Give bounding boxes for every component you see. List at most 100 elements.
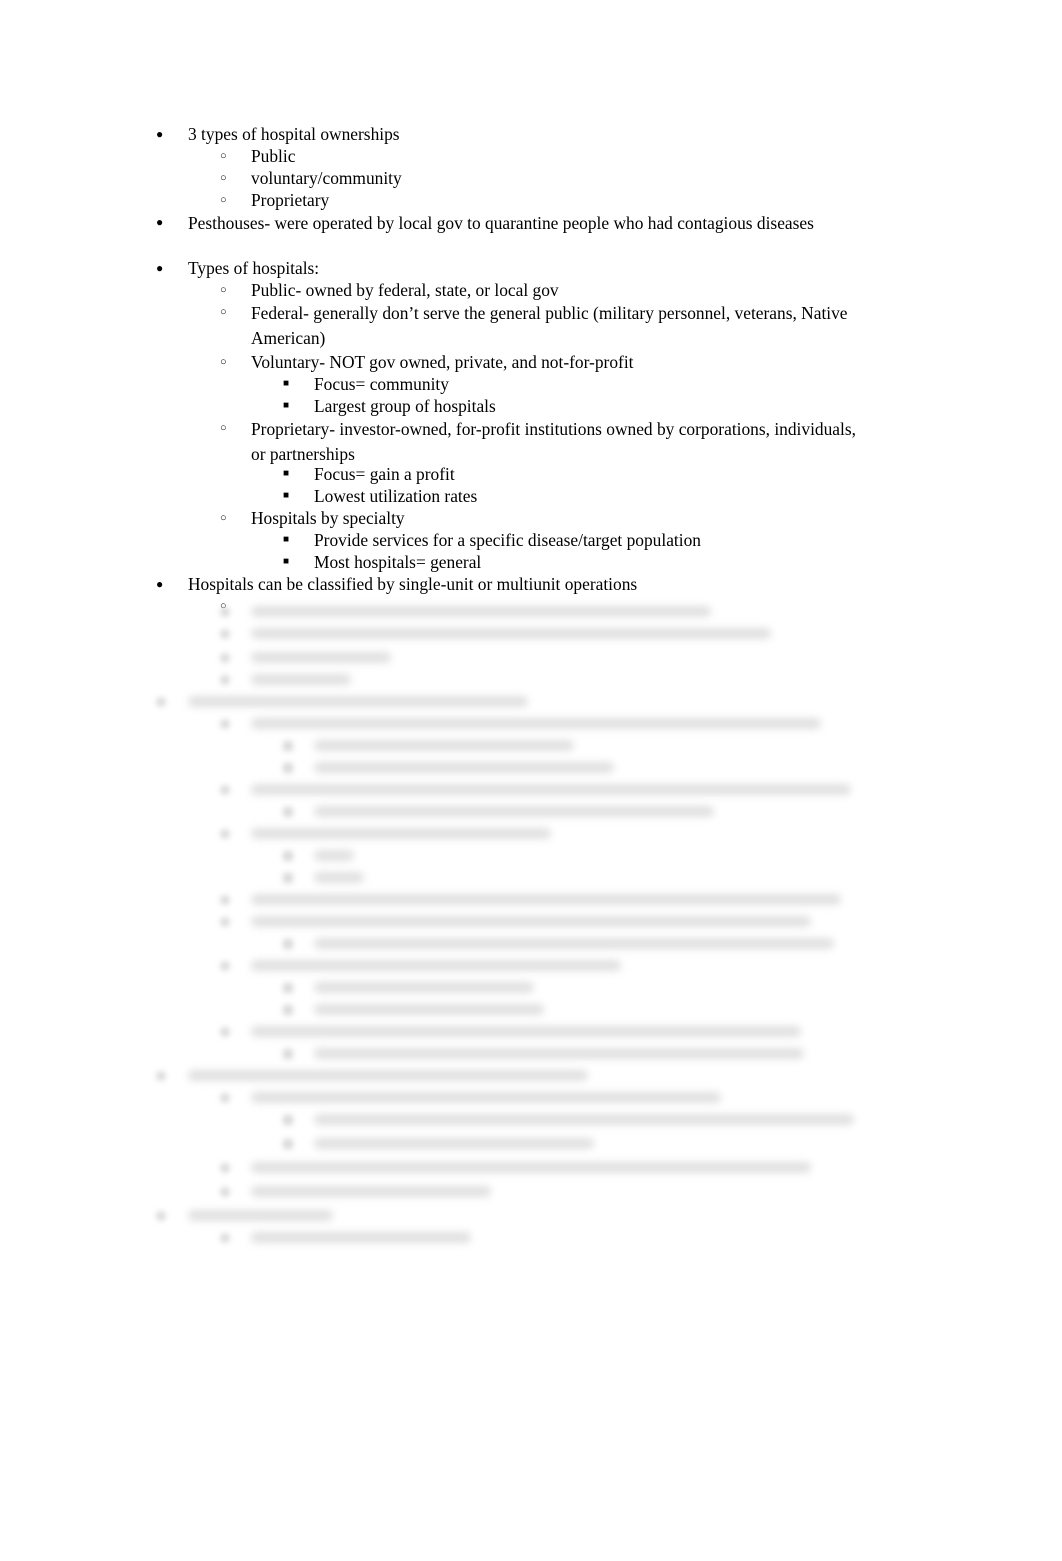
blurred-text-line xyxy=(251,828,551,839)
blurred-text-line xyxy=(251,606,711,617)
hollow-circle-bullet-icon: ○ xyxy=(220,150,227,162)
outline-item-level-2: ○ Proprietary xyxy=(152,189,872,211)
blurred-bullet-icon xyxy=(220,629,230,639)
blurred-text-line xyxy=(188,1210,333,1221)
hollow-circle-bullet-icon: ○ xyxy=(220,194,227,206)
square-bullet-icon: ■ xyxy=(283,400,290,411)
outline-item-text: Provide services for a specific disease/… xyxy=(314,530,701,550)
outline-item-text: Largest group of hospitals xyxy=(314,396,496,416)
outline-item-text: Proprietary- investor-owned, for-profit … xyxy=(251,419,856,464)
blurred-bullet-icon xyxy=(220,719,230,729)
filled-circle-bullet-icon: ● xyxy=(156,127,164,141)
filled-circle-bullet-icon: ● xyxy=(156,215,164,229)
outline-item-text: Public xyxy=(251,146,296,166)
outline-item-text: Hospitals can be classified by single-un… xyxy=(188,574,638,594)
square-bullet-icon: ■ xyxy=(283,468,290,479)
blurred-bullet-icon xyxy=(220,607,230,617)
blurred-text-line xyxy=(251,652,391,663)
blurred-text-line xyxy=(314,1114,854,1125)
outline-item-text: Focus= gain a profit xyxy=(314,464,455,484)
blurred-preview-region xyxy=(152,600,872,1260)
blurred-text-line xyxy=(251,960,621,971)
blurred-bullet-icon xyxy=(283,741,293,751)
blurred-bullet-icon xyxy=(220,785,230,795)
document-page: ● 3 types of hospital ownerships ○ Public ○ v… xyxy=(0,0,1062,1561)
blurred-text-line xyxy=(251,916,811,927)
blurred-bullet-icon xyxy=(283,1115,293,1125)
outline-item-level-3: ■ Largest group of hospitals xyxy=(152,395,872,417)
blurred-bullet-icon xyxy=(220,895,230,905)
outline-item-level-2: ○ Federal- generally don’t serve the gene… xyxy=(152,301,872,348)
outline-item-text: Focus= community xyxy=(314,374,449,394)
outline-item-level-2: ○ voluntary/community xyxy=(152,167,872,189)
blurred-bullet-icon xyxy=(156,1071,166,1081)
blurred-bullet-icon xyxy=(283,763,293,773)
blurred-bullet-icon xyxy=(220,1027,230,1037)
blurred-bullet-icon xyxy=(283,851,293,861)
hollow-circle-bullet-icon: ○ xyxy=(220,306,227,318)
blurred-text-line xyxy=(188,1070,588,1081)
outline-item-level-3: ■ Most hospitals= general xyxy=(152,551,872,573)
outline-item-level-2: ○ Proprietary- investor-owned, for-profit… xyxy=(152,417,872,464)
blurred-bullet-icon xyxy=(283,807,293,817)
blurred-text-line xyxy=(251,1186,491,1197)
blurred-bullet-icon xyxy=(220,675,230,685)
outline-item-text: Most hospitals= general xyxy=(314,552,482,572)
outline-item-level-1: ● Pesthouses- were operated by local gov … xyxy=(152,211,872,233)
outline-item-text: Voluntary- NOT gov owned, private, and n… xyxy=(251,352,634,372)
outline-item-text: Public- owned by federal, state, or loca… xyxy=(251,280,559,300)
outline-item-level-1: ● Types of hospitals: xyxy=(152,257,872,279)
blurred-bullet-icon xyxy=(283,1005,293,1015)
filled-circle-bullet-icon: ● xyxy=(156,577,164,591)
outline-item-level-3: ■ Focus= gain a profit xyxy=(152,463,872,485)
filled-circle-bullet-icon: ● xyxy=(156,261,164,275)
blurred-text-line xyxy=(251,1092,721,1103)
blurred-text-line xyxy=(314,1048,804,1059)
blurred-text-line xyxy=(188,696,528,707)
outline-item-level-2: ○ Hospitals by specialty xyxy=(152,507,872,529)
outline-item-level-2: ○ Public- owned by federal, state, or loc… xyxy=(152,279,872,301)
outline-item-text: Proprietary xyxy=(251,190,330,210)
blurred-bullet-icon xyxy=(283,983,293,993)
blurred-text-line xyxy=(251,1026,801,1037)
outline-item-level-1: ● Hospitals can be classified by single-u… xyxy=(152,573,872,595)
outline-item-text: 3 types of hospital ownerships xyxy=(188,124,400,144)
blurred-text-line xyxy=(314,762,614,773)
outline-item-level-2: ○ Public xyxy=(152,145,872,167)
outline-item-text: Hospitals by specialty xyxy=(251,508,405,528)
outline-item-level-2: ○ Voluntary- NOT gov owned, private, and … xyxy=(152,351,872,373)
outline-item-level-3: ■ Focus= community xyxy=(152,373,872,395)
square-bullet-icon: ■ xyxy=(283,556,290,567)
blurred-text-line xyxy=(251,1162,811,1173)
blurred-text-line xyxy=(251,628,771,639)
blurred-text-line xyxy=(314,740,574,751)
outline-item-text: Pesthouses- were operated by local gov t… xyxy=(188,213,814,233)
blurred-text-line xyxy=(251,1232,471,1243)
blurred-bullet-icon xyxy=(220,653,230,663)
blurred-bullet-icon xyxy=(220,1163,230,1173)
hollow-circle-bullet-icon: ○ xyxy=(220,356,227,368)
outline-item-text: voluntary/community xyxy=(251,168,402,188)
blurred-bullet-icon xyxy=(283,873,293,883)
blurred-text-line xyxy=(314,1004,544,1015)
hollow-circle-bullet-icon: ○ xyxy=(220,422,227,434)
outline-item-text: Types of hospitals: xyxy=(188,258,320,278)
square-bullet-icon: ■ xyxy=(283,378,290,389)
square-bullet-icon: ■ xyxy=(283,534,290,545)
blurred-bullet-icon xyxy=(283,1049,293,1059)
blurred-text-line xyxy=(314,1138,594,1149)
hollow-circle-bullet-icon: ○ xyxy=(220,172,227,184)
hollow-circle-bullet-icon: ○ xyxy=(220,512,227,524)
blurred-bullet-icon xyxy=(220,1093,230,1103)
blurred-bullet-icon xyxy=(220,917,230,927)
blurred-bullet-icon xyxy=(220,961,230,971)
outline-item-text: Lowest utilization rates xyxy=(314,486,478,506)
blurred-text-line xyxy=(251,674,351,685)
outline-item-level-1: ● 3 types of hospital ownerships xyxy=(152,123,872,145)
outline-item-level-3: ■ Provide services for a specific disease… xyxy=(152,529,872,551)
outline-item-level-3: ■ Lowest utilization rates xyxy=(152,485,872,507)
blurred-text-line xyxy=(251,784,851,795)
blurred-text-line xyxy=(314,806,714,817)
blurred-text-line xyxy=(314,982,534,993)
blurred-bullet-icon xyxy=(220,1187,230,1197)
